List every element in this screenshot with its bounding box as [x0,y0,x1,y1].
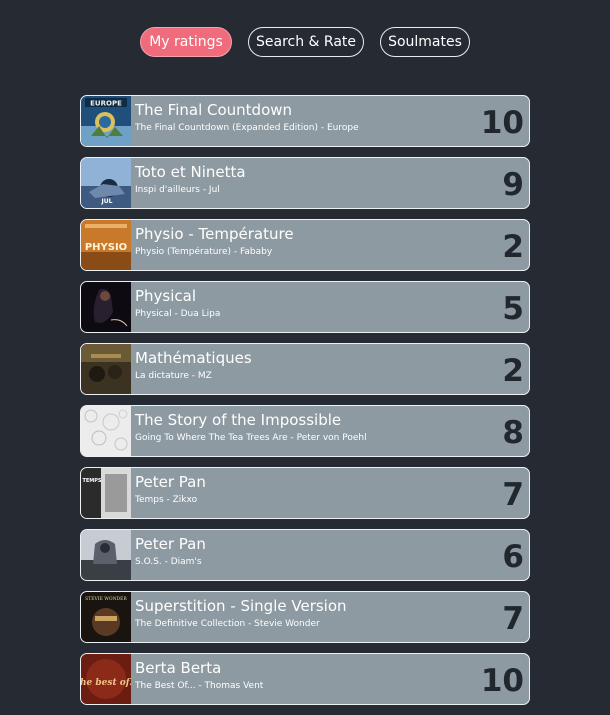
song-title: Toto et Ninetta [135,163,246,181]
svg-text:EUROPE: EUROPE [90,100,122,108]
rating-score: 2 [502,229,524,265]
rating-row[interactable]: Peter Pan S.O.S. - Diam's 6 [80,529,530,581]
song-title: Mathématiques [135,349,252,367]
tab-search-and-rate[interactable]: Search & Rate [248,27,364,57]
svg-text:TEMPS: TEMPS [82,478,101,484]
album-cover: PHYSIO [81,220,131,270]
album-cover: The best of... [81,654,131,704]
rating-score: 7 [502,477,524,513]
album-cover: TEMPS [81,468,131,518]
album-artist: La dictature - MZ [135,371,212,381]
svg-text:STEVIE WONDER: STEVIE WONDER [85,596,127,602]
rating-score: 10 [480,663,524,699]
song-title: The Story of the Impossible [135,411,342,429]
tab-my-ratings[interactable]: My ratings [140,27,232,57]
album-cover: EUROPE [81,96,131,146]
rating-row[interactable]: JUL Toto et Ninetta Inspi d'ailleurs - J… [80,157,530,209]
rating-score: 10 [480,105,524,141]
rating-row[interactable]: The Story of the Impossible Going To Whe… [80,405,530,457]
rating-row[interactable]: Mathématiques La dictature - MZ 2 [80,343,530,395]
rating-row[interactable]: TEMPS Peter Pan Temps - Zikxo 7 [80,467,530,519]
album-artist: Going To Where The Tea Trees Are - Peter… [135,433,367,443]
rating-row[interactable]: STEVIE WONDER Superstition - Single Vers… [80,591,530,643]
album-cover [81,406,131,456]
album-artist: The Definitive Collection - Stevie Wonde… [135,619,320,629]
song-title: Superstition - Single Version [135,597,347,615]
rating-score: 7 [502,601,524,637]
album-artist: S.O.S. - Diam's [135,557,202,567]
song-title: Physio - Température [135,225,294,243]
svg-text:JUL: JUL [101,198,113,205]
album-cover [81,282,131,332]
song-title: The Final Countdown [135,101,293,119]
rating-row[interactable]: Physical Physical - Dua Lipa 5 [80,281,530,333]
song-title: Peter Pan [135,535,206,553]
album-cover: STEVIE WONDER [81,592,131,642]
rating-row[interactable]: The best of... Berta Berta The Best Of..… [80,653,530,705]
rating-score: 6 [502,539,524,575]
rating-score: 9 [502,167,524,203]
album-artist: The Final Countdown (Expanded Edition) -… [135,123,359,133]
album-artist: Physio (Température) - Fababy [135,247,273,257]
album-cover: JUL [81,158,131,208]
svg-text:PHYSIO: PHYSIO [85,242,127,253]
song-title: Peter Pan [135,473,206,491]
album-artist: Physical - Dua Lipa [135,309,221,319]
rating-row[interactable]: EUROPE The Final Countdown The Final Cou… [80,95,530,147]
album-cover [81,530,131,580]
svg-text:The best of...: The best of... [81,678,131,688]
rating-score: 2 [502,353,524,389]
top-nav: My ratings Search & Rate Soulmates [0,27,610,59]
album-artist: The Best Of... - Thomas Vent [135,681,264,691]
album-cover [81,344,131,394]
song-title: Physical [135,287,197,305]
album-artist: Inspi d'ailleurs - Jul [135,185,220,195]
ratings-list: EUROPE The Final Countdown The Final Cou… [80,95,530,715]
tab-soulmates[interactable]: Soulmates [380,27,470,57]
rating-score: 5 [502,291,524,327]
song-title: Berta Berta [135,659,222,677]
rating-row[interactable]: PHYSIO Physio - Température Physio (Temp… [80,219,530,271]
rating-score: 8 [502,415,524,451]
album-artist: Temps - Zikxo [135,495,198,505]
